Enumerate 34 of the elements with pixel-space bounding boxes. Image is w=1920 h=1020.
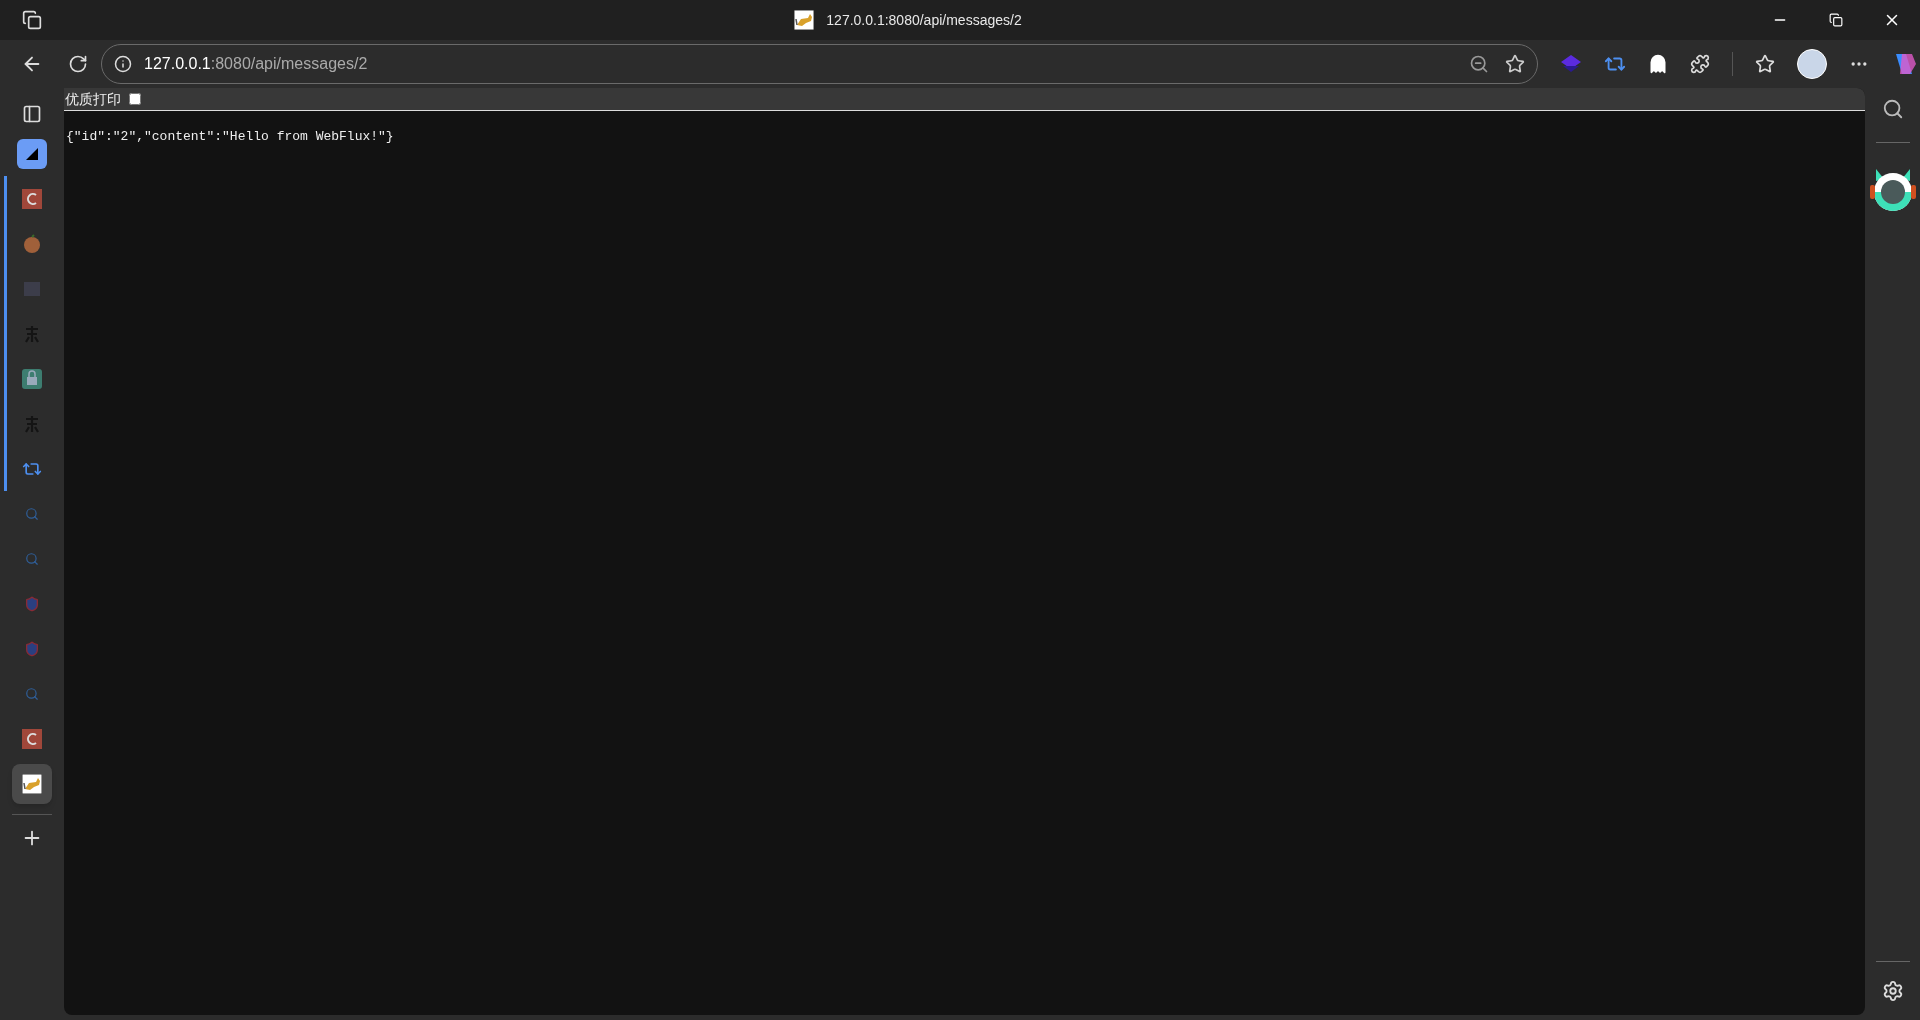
glyph-icon: [23, 414, 41, 433]
restore-icon[interactable]: [1829, 13, 1843, 27]
search-icon: [25, 686, 39, 701]
site-info-icon[interactable]: [114, 55, 132, 73]
favorites-list-icon[interactable]: [1755, 54, 1775, 74]
ghost-icon[interactable]: [1648, 54, 1668, 74]
zoom-out-icon[interactable]: [1469, 54, 1489, 74]
shield-icon: [24, 595, 40, 612]
search-icon: [25, 551, 39, 566]
json-response-text: {"id":"2","content":"Hello from WebFlux!"}: [66, 129, 394, 144]
tab-actions-icon[interactable]: [22, 104, 42, 124]
page-favicon-icon: [794, 10, 815, 30]
search-icon[interactable]: [1881, 98, 1904, 120]
c-favicon-icon: [22, 728, 42, 749]
cat-icon: [22, 773, 42, 794]
address-bar[interactable]: 127.0.0.1:8080/api/messages/2: [101, 44, 1538, 84]
settings-icon[interactable]: [1881, 980, 1904, 1002]
profile-avatar[interactable]: [1797, 49, 1827, 79]
vertical-tab[interactable]: [12, 763, 52, 804]
app-tile-icon[interactable]: [17, 139, 47, 169]
glyph-icon: [23, 324, 41, 343]
c-favicon-icon: [22, 188, 42, 209]
news-lock-icon: [22, 368, 42, 389]
window-title: 127.0.0.1:8080/api/messages/2: [826, 10, 1022, 30]
print-option-label: 优质打印: [65, 89, 121, 109]
search-icon: [25, 506, 39, 521]
reload-icon[interactable]: [67, 54, 88, 74]
favorite-star-icon[interactable]: [1505, 54, 1525, 74]
workspaces-icon[interactable]: [22, 10, 42, 30]
shield-icon: [24, 640, 40, 657]
print-option-checkbox[interactable]: [129, 93, 141, 105]
extensions-icon[interactable]: [1690, 54, 1710, 74]
url-text: 127.0.0.1:8080/api/messages/2: [144, 54, 368, 74]
peach-icon: [22, 233, 42, 254]
